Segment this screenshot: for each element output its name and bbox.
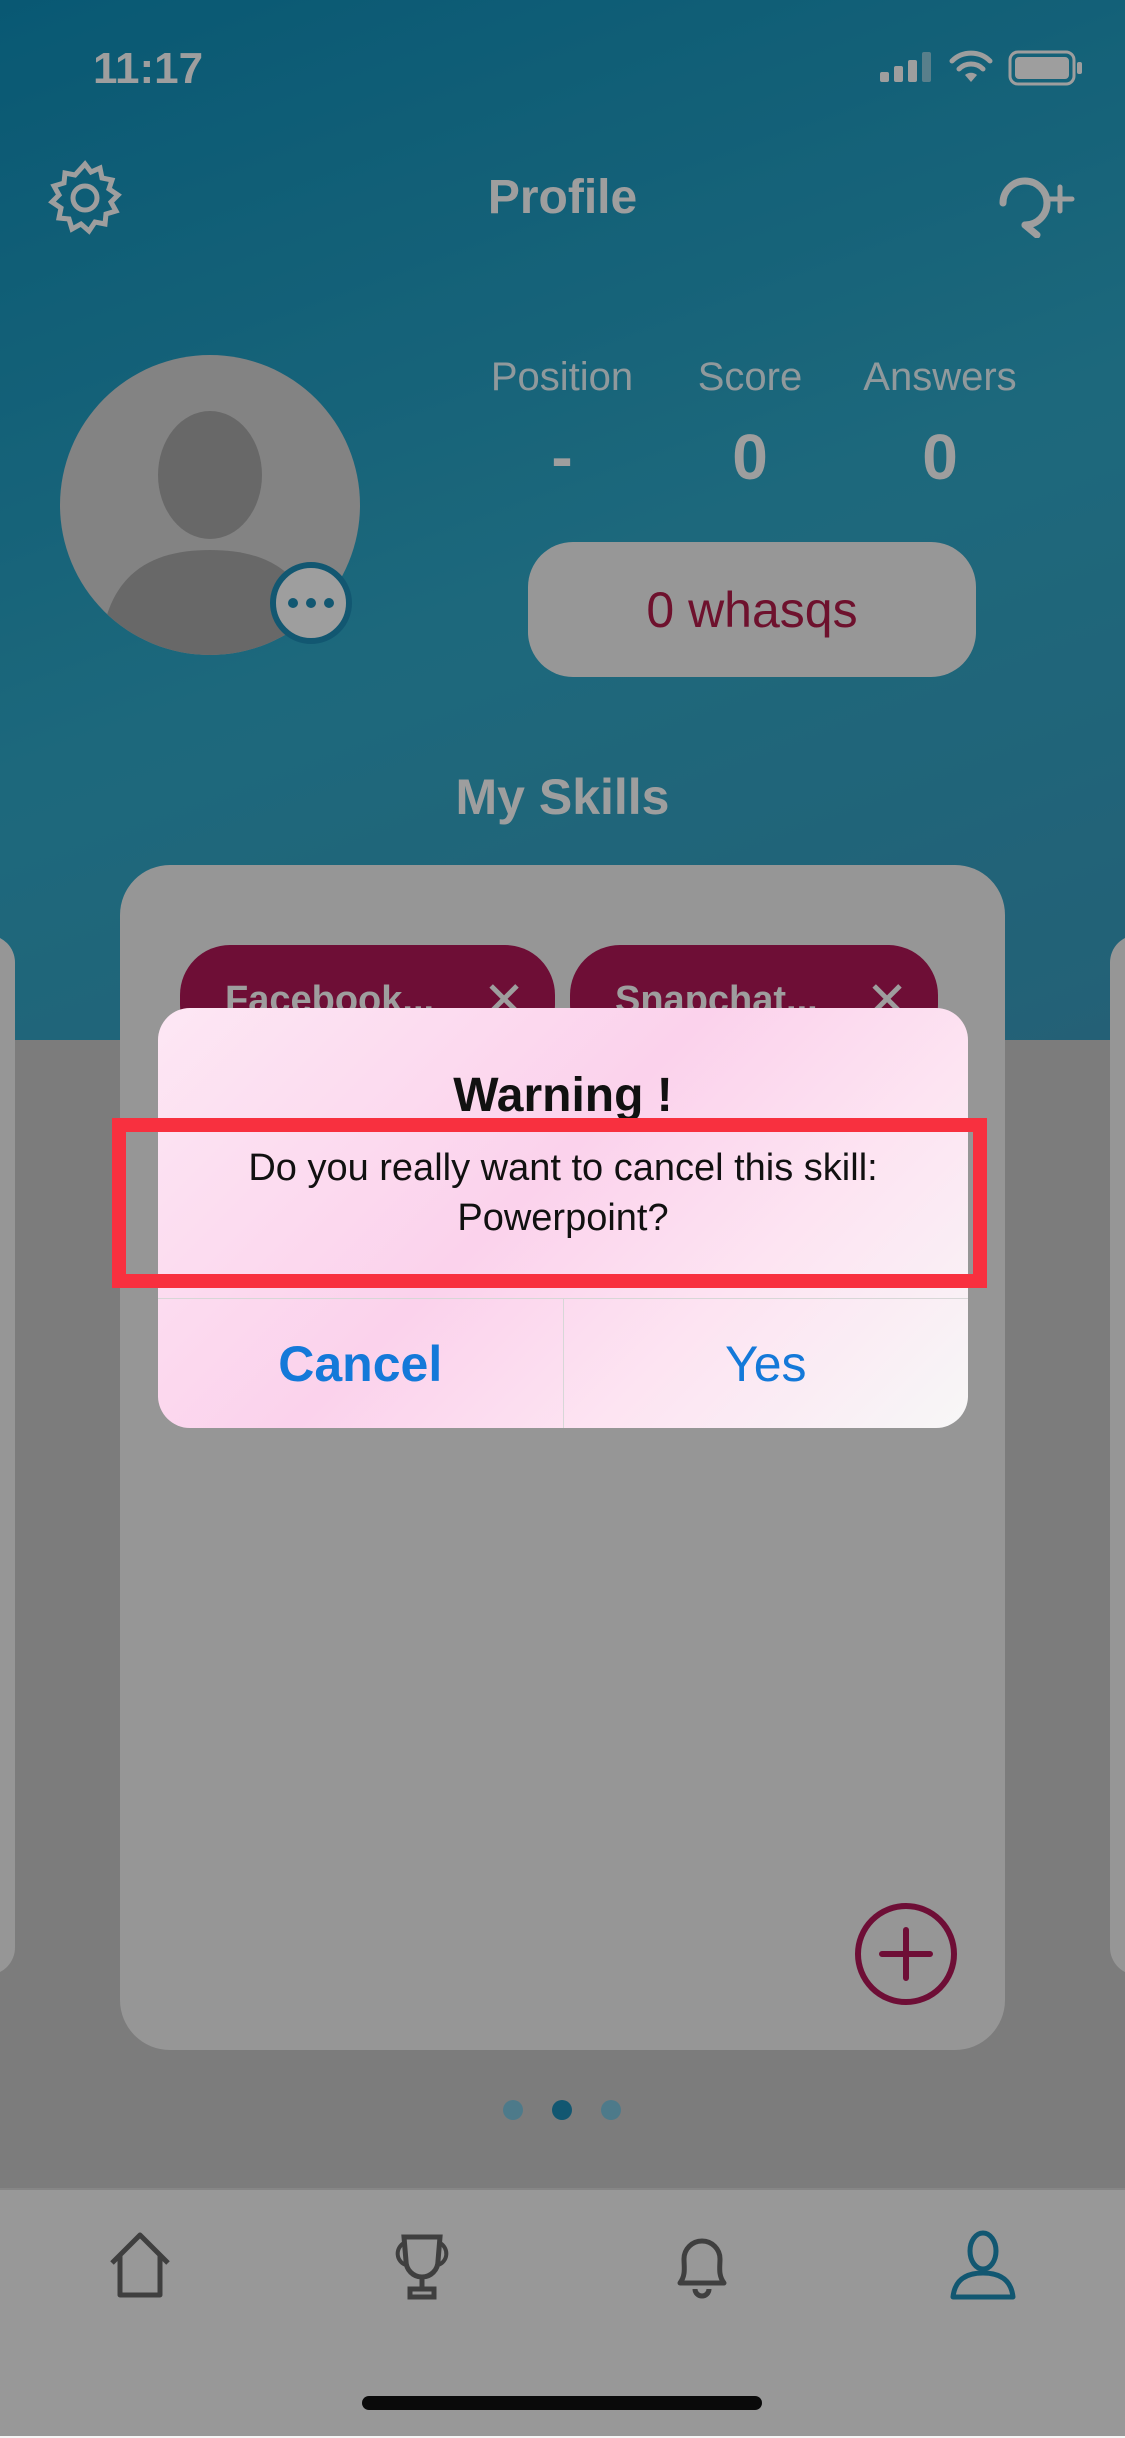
dialog-title: Warning ! [453, 1069, 673, 1122]
dialog-actions: Cancel Yes [158, 1298, 968, 1428]
highlight-box [112, 1118, 987, 1288]
yes-button[interactable]: Yes [564, 1299, 969, 1428]
cancel-button[interactable]: Cancel [158, 1299, 564, 1428]
